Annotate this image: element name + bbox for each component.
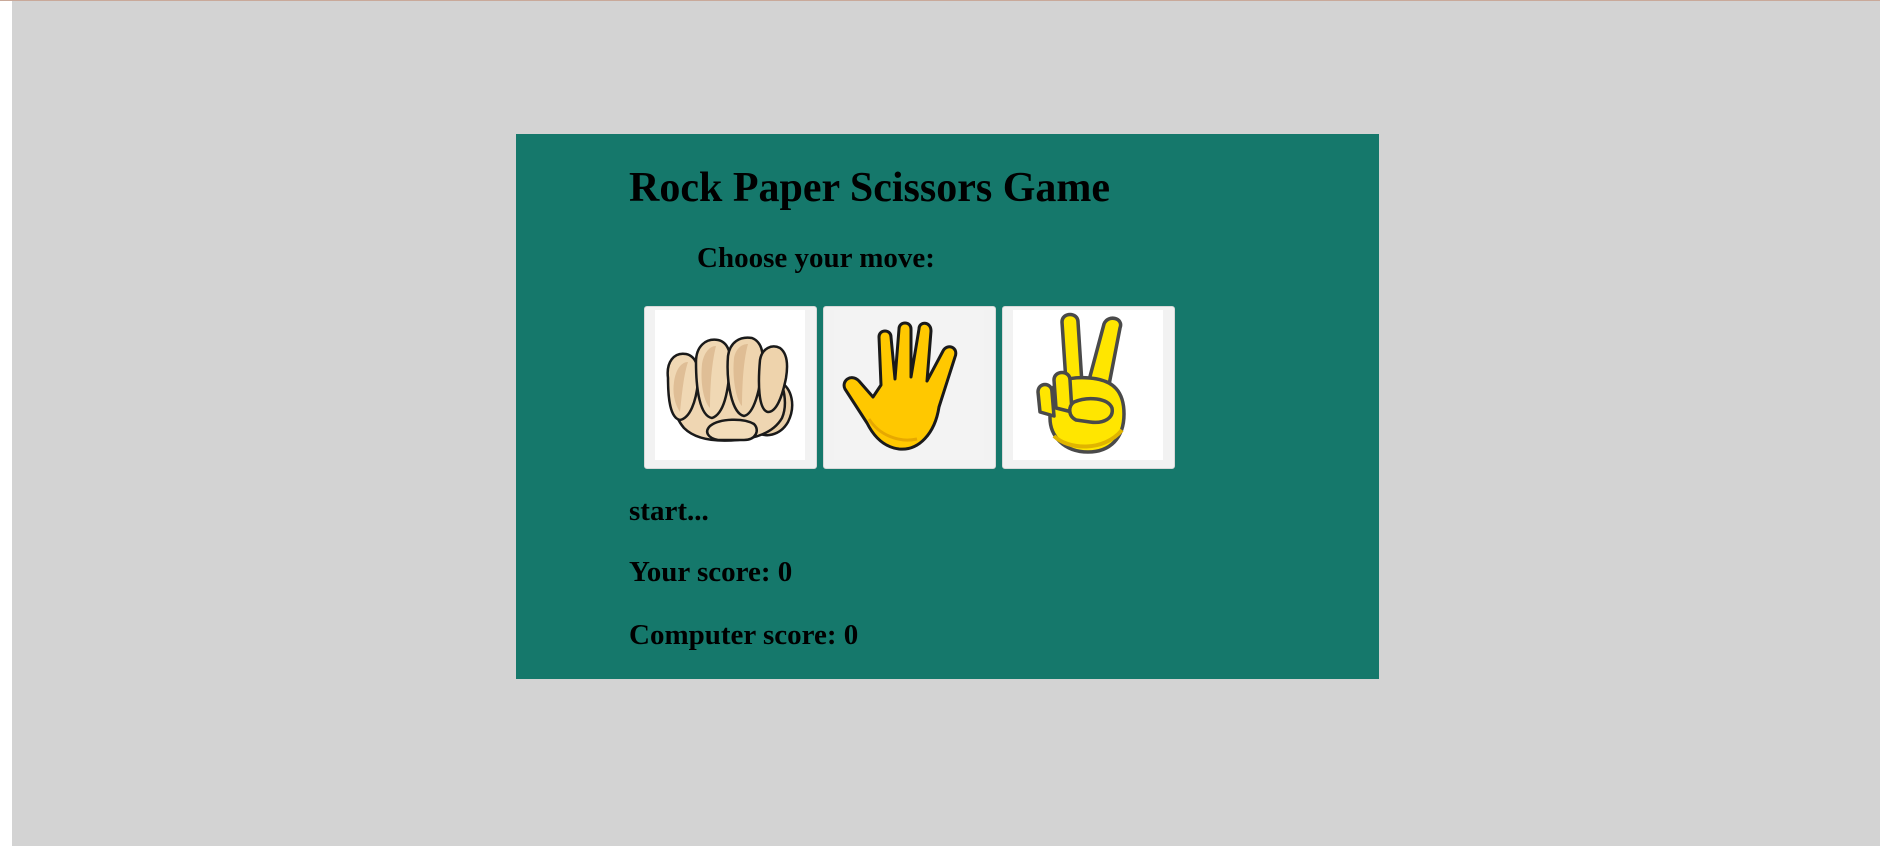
open-hand-icon — [842, 321, 958, 451]
game-panel: Rock Paper Scissors Game Choose your mov… — [516, 134, 1379, 679]
rock-button[interactable] — [644, 306, 817, 469]
game-title: Rock Paper Scissors Game — [629, 165, 1111, 211]
left-strip — [0, 1, 12, 846]
victory-hand-icon — [1036, 312, 1126, 454]
paper-image — [834, 310, 984, 460]
rock-image — [655, 310, 805, 460]
user-score: Your score: 0 — [629, 556, 793, 588]
paper-button[interactable] — [823, 306, 996, 469]
top-border — [0, 0, 1880, 1]
scissors-image — [1013, 310, 1163, 460]
choose-move-prompt: Choose your move: — [697, 242, 935, 274]
fist-icon — [666, 336, 794, 442]
game-status: start... — [629, 495, 709, 527]
scissors-button[interactable] — [1002, 306, 1175, 469]
move-buttons — [644, 306, 1175, 469]
computer-score: Computer score: 0 — [629, 619, 859, 651]
